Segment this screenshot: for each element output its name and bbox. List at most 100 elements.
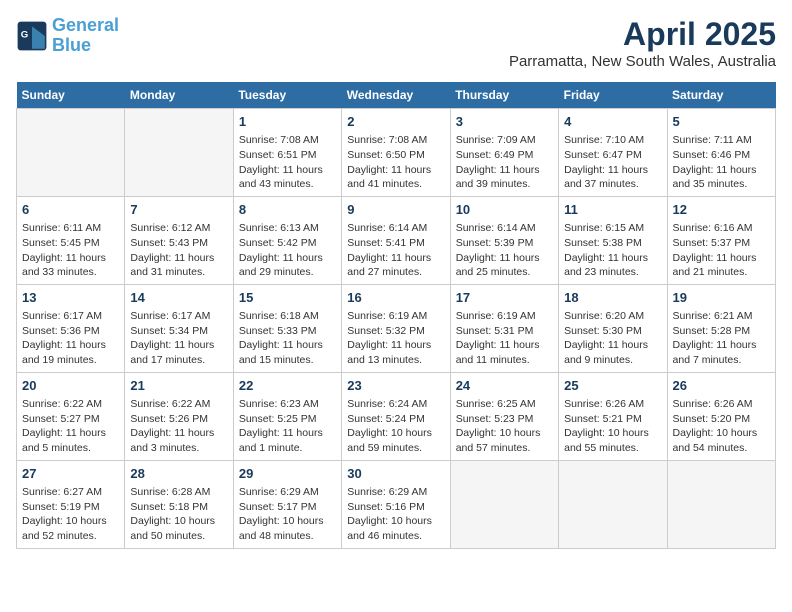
sunrise-text: Sunrise: 6:17 AM — [130, 310, 210, 322]
calendar-cell: 10Sunrise: 6:14 AMSunset: 5:39 PMDayligh… — [450, 196, 558, 284]
daylight-text: Daylight: 11 hours and 19 minutes. — [22, 339, 106, 366]
daylight-text: Daylight: 11 hours and 29 minutes. — [239, 252, 323, 279]
sunset-text: Sunset: 5:18 PM — [130, 501, 208, 513]
daylight-text: Daylight: 11 hours and 27 minutes. — [347, 252, 431, 279]
sunrise-text: Sunrise: 6:22 AM — [22, 398, 102, 410]
sunset-text: Sunset: 5:24 PM — [347, 413, 425, 425]
daylight-text: Daylight: 11 hours and 11 minutes. — [456, 339, 540, 366]
day-number: 8 — [239, 201, 336, 219]
day-header-tuesday: Tuesday — [233, 82, 341, 109]
sunrise-text: Sunrise: 6:23 AM — [239, 398, 319, 410]
sunrise-text: Sunrise: 6:21 AM — [673, 310, 753, 322]
calendar-subtitle: Parramatta, New South Wales, Australia — [509, 53, 776, 70]
day-number: 16 — [347, 289, 444, 307]
sunrise-text: Sunrise: 6:14 AM — [347, 222, 427, 234]
sunset-text: Sunset: 6:46 PM — [673, 149, 751, 161]
daylight-text: Daylight: 11 hours and 15 minutes. — [239, 339, 323, 366]
sunrise-text: Sunrise: 6:24 AM — [347, 398, 427, 410]
sunset-text: Sunset: 5:33 PM — [239, 325, 317, 337]
day-number: 11 — [564, 201, 661, 219]
sunset-text: Sunset: 5:31 PM — [456, 325, 534, 337]
day-header-sunday: Sunday — [17, 82, 125, 109]
calendar-week-3: 13Sunrise: 6:17 AMSunset: 5:36 PMDayligh… — [17, 284, 776, 372]
calendar-cell: 1Sunrise: 7:08 AMSunset: 6:51 PMDaylight… — [233, 109, 341, 197]
day-number: 26 — [673, 377, 770, 395]
sunrise-text: Sunrise: 6:12 AM — [130, 222, 210, 234]
sunrise-text: Sunrise: 6:28 AM — [130, 486, 210, 498]
logo-text: GeneralBlue — [52, 16, 119, 56]
sunrise-text: Sunrise: 7:11 AM — [673, 134, 752, 146]
sunset-text: Sunset: 5:45 PM — [22, 237, 100, 249]
sunrise-text: Sunrise: 6:26 AM — [564, 398, 644, 410]
sunset-text: Sunset: 5:26 PM — [130, 413, 208, 425]
sunrise-text: Sunrise: 7:09 AM — [456, 134, 536, 146]
day-number: 10 — [456, 201, 553, 219]
calendar-cell: 7 Sunrise: 6:12 AM Sunset: 5:43 PM Daylight… — [125, 196, 233, 284]
sunset-text: Sunset: 5:37 PM — [673, 237, 751, 249]
day-header-monday: Monday — [125, 82, 233, 109]
day-header-wednesday: Wednesday — [342, 82, 450, 109]
daylight-text: Daylight: 11 hours and 31 minutes. — [130, 252, 214, 279]
day-number: 24 — [456, 377, 553, 395]
title-block: April 2025 Parramatta, New South Wales, … — [509, 16, 776, 70]
sunset-text: Sunset: 5:28 PM — [673, 325, 751, 337]
sunset-text: Sunset: 5:41 PM — [347, 237, 425, 249]
sunset-text: Sunset: 5:43 PM — [130, 237, 208, 249]
day-number: 23 — [347, 377, 444, 395]
calendar-cell: 30Sunrise: 6:29 AMSunset: 5:16 PMDayligh… — [342, 460, 450, 548]
sunset-text: Sunset: 5:17 PM — [239, 501, 317, 513]
calendar-table: SundayMondayTuesdayWednesdayThursdayFrid… — [16, 82, 776, 549]
calendar-cell: 22 Sunrise: 6:23 AM Sunset: 5:25 PM Dayligh… — [233, 372, 341, 460]
daylight-text: Daylight: 11 hours and 13 minutes. — [347, 339, 431, 366]
calendar-cell: 27Sunrise: 6:27 AMSunset: 5:19 PMDayligh… — [17, 460, 125, 548]
calendar-cell: 5Sunrise: 7:11 AMSunset: 6:46 PMDaylight… — [667, 109, 775, 197]
day-header-friday: Friday — [559, 82, 667, 109]
day-number: 29 — [239, 465, 336, 483]
day-number: 2 — [347, 113, 444, 131]
sunset-text: Sunset: 5:42 PM — [239, 237, 317, 249]
sunset-text: Sunset: 5:19 PM — [22, 501, 100, 513]
daylight-text: Daylight: 10 hours and 46 minutes. — [347, 515, 432, 542]
daylight-text: Daylight: 11 hours and 37 minutes. — [564, 164, 648, 191]
day-number: 27 — [22, 465, 119, 483]
calendar-cell — [450, 460, 558, 548]
sunset-text: Sunset: 5:25 PM — [239, 413, 317, 425]
daylight-text: Daylight: 11 hours and 5 minutes. — [22, 427, 106, 454]
daylight-text: Daylight: 11 hours and 39 minutes. — [456, 164, 540, 191]
day-number: 22 — [239, 377, 336, 395]
calendar-cell: 21Sunrise: 6:22 AMSunset: 5:26 PMDayligh… — [125, 372, 233, 460]
sunrise-text: Sunrise: 7:08 AM — [239, 134, 319, 146]
daylight-text: Daylight: 10 hours and 57 minutes. — [456, 427, 541, 454]
sunset-text: Sunset: 5:30 PM — [564, 325, 642, 337]
calendar-cell: 16Sunrise: 6:19 AMSunset: 5:32 PMDayligh… — [342, 284, 450, 372]
daylight-text: Daylight: 11 hours and 33 minutes. — [22, 252, 106, 279]
sunset-text: Sunset: 6:50 PM — [347, 149, 425, 161]
daylight-text: Daylight: 11 hours and 3 minutes. — [130, 427, 214, 454]
sunrise-text: Sunrise: 6:18 AM — [239, 310, 319, 322]
daylight-text: Daylight: 11 hours and 1 minute. — [239, 427, 323, 454]
sunrise-text: Sunrise: 6:13 AM — [239, 222, 319, 234]
sunset-text: Sunset: 5:34 PM — [130, 325, 208, 337]
sunset-text: Sunset: 6:47 PM — [564, 149, 642, 161]
day-number: 18 — [564, 289, 661, 307]
day-number: 3 — [456, 113, 553, 131]
calendar-cell: 12Sunrise: 6:16 AMSunset: 5:37 PMDayligh… — [667, 196, 775, 284]
day-number: 1 — [239, 113, 336, 131]
calendar-cell: 3Sunrise: 7:09 AMSunset: 6:49 PMDaylight… — [450, 109, 558, 197]
sunrise-text: Sunrise: 6:17 AM — [22, 310, 102, 322]
calendar-cell: 19Sunrise: 6:21 AMSunset: 5:28 PMDayligh… — [667, 284, 775, 372]
calendar-header-row: SundayMondayTuesdayWednesdayThursdayFrid… — [17, 82, 776, 109]
calendar-cell — [125, 109, 233, 197]
calendar-week-2: 6Sunrise: 6:11 AMSunset: 5:45 PMDaylight… — [17, 196, 776, 284]
sunset-text: Sunset: 5:36 PM — [22, 325, 100, 337]
daylight-text: Daylight: 11 hours and 17 minutes. — [130, 339, 214, 366]
day-number: 17 — [456, 289, 553, 307]
calendar-week-4: 20Sunrise: 6:22 AMSunset: 5:27 PMDayligh… — [17, 372, 776, 460]
sunset-text: Sunset: 5:16 PM — [347, 501, 425, 513]
sunrise-text: Sunrise: 6:19 AM — [456, 310, 536, 322]
sunrise-text: Sunrise: 6:25 AM — [456, 398, 536, 410]
day-number: 25 — [564, 377, 661, 395]
day-number: 7 — [130, 201, 227, 219]
calendar-cell: 23Sunrise: 6:24 AMSunset: 5:24 PMDayligh… — [342, 372, 450, 460]
svg-text:G: G — [21, 29, 28, 40]
